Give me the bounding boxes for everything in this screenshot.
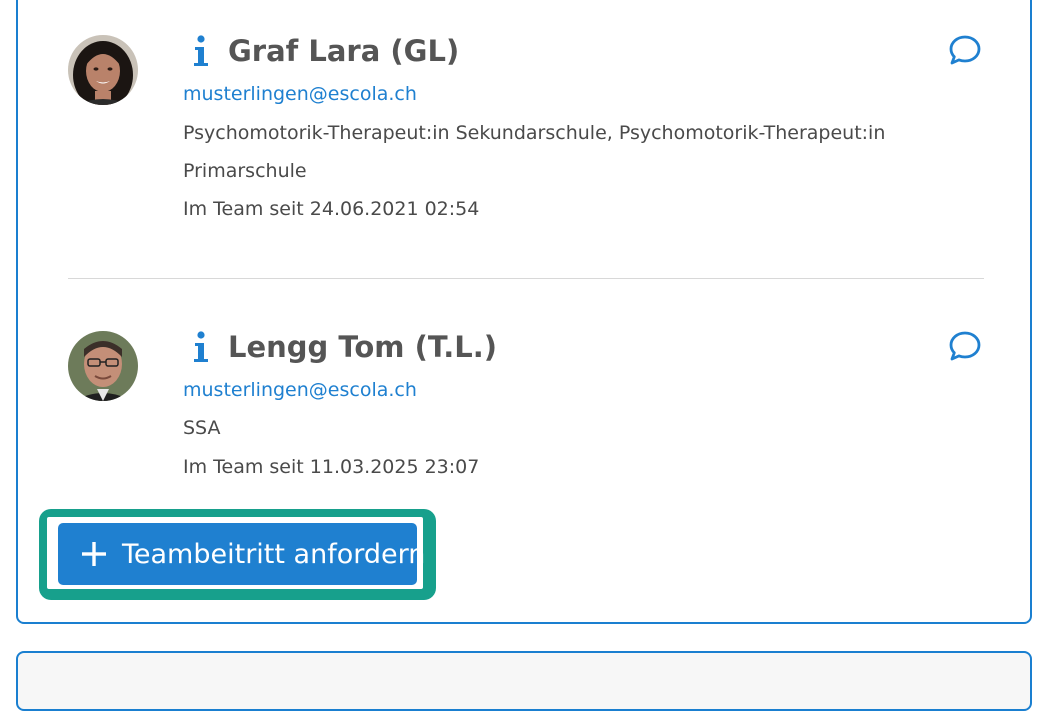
member-name: Graf Lara (GL) (228, 34, 460, 68)
divider (68, 278, 984, 279)
plus-icon (80, 540, 108, 568)
info-icon[interactable] (186, 327, 216, 367)
member-role: SSA (183, 417, 221, 439)
chat-bubble-icon[interactable] (948, 329, 982, 363)
button-highlight: Teambeitritt anfordern (39, 509, 436, 600)
member-since: Im Team seit 11.03.2025 23:07 (183, 456, 480, 478)
request-team-join-button[interactable]: Teambeitritt anfordern (58, 523, 425, 585)
member-email-link[interactable]: musterlingen@escola.ch (183, 379, 417, 401)
next-card (16, 651, 1032, 711)
chat-bubble-icon[interactable] (948, 33, 982, 67)
member-role: Psychomotorik-Therapeut:in Sekundarschul… (183, 122, 886, 144)
request-team-join-label: Teambeitritt anfordern (122, 538, 426, 570)
avatar (68, 331, 138, 401)
member-role-continued: Primarschule (183, 160, 307, 182)
avatar (68, 35, 138, 105)
member-name: Lengg Tom (T.L.) (228, 330, 497, 364)
member-email-link[interactable]: musterlingen@escola.ch (183, 83, 417, 105)
member-since: Im Team seit 24.06.2021 02:54 (183, 198, 480, 220)
info-icon[interactable] (186, 31, 216, 71)
